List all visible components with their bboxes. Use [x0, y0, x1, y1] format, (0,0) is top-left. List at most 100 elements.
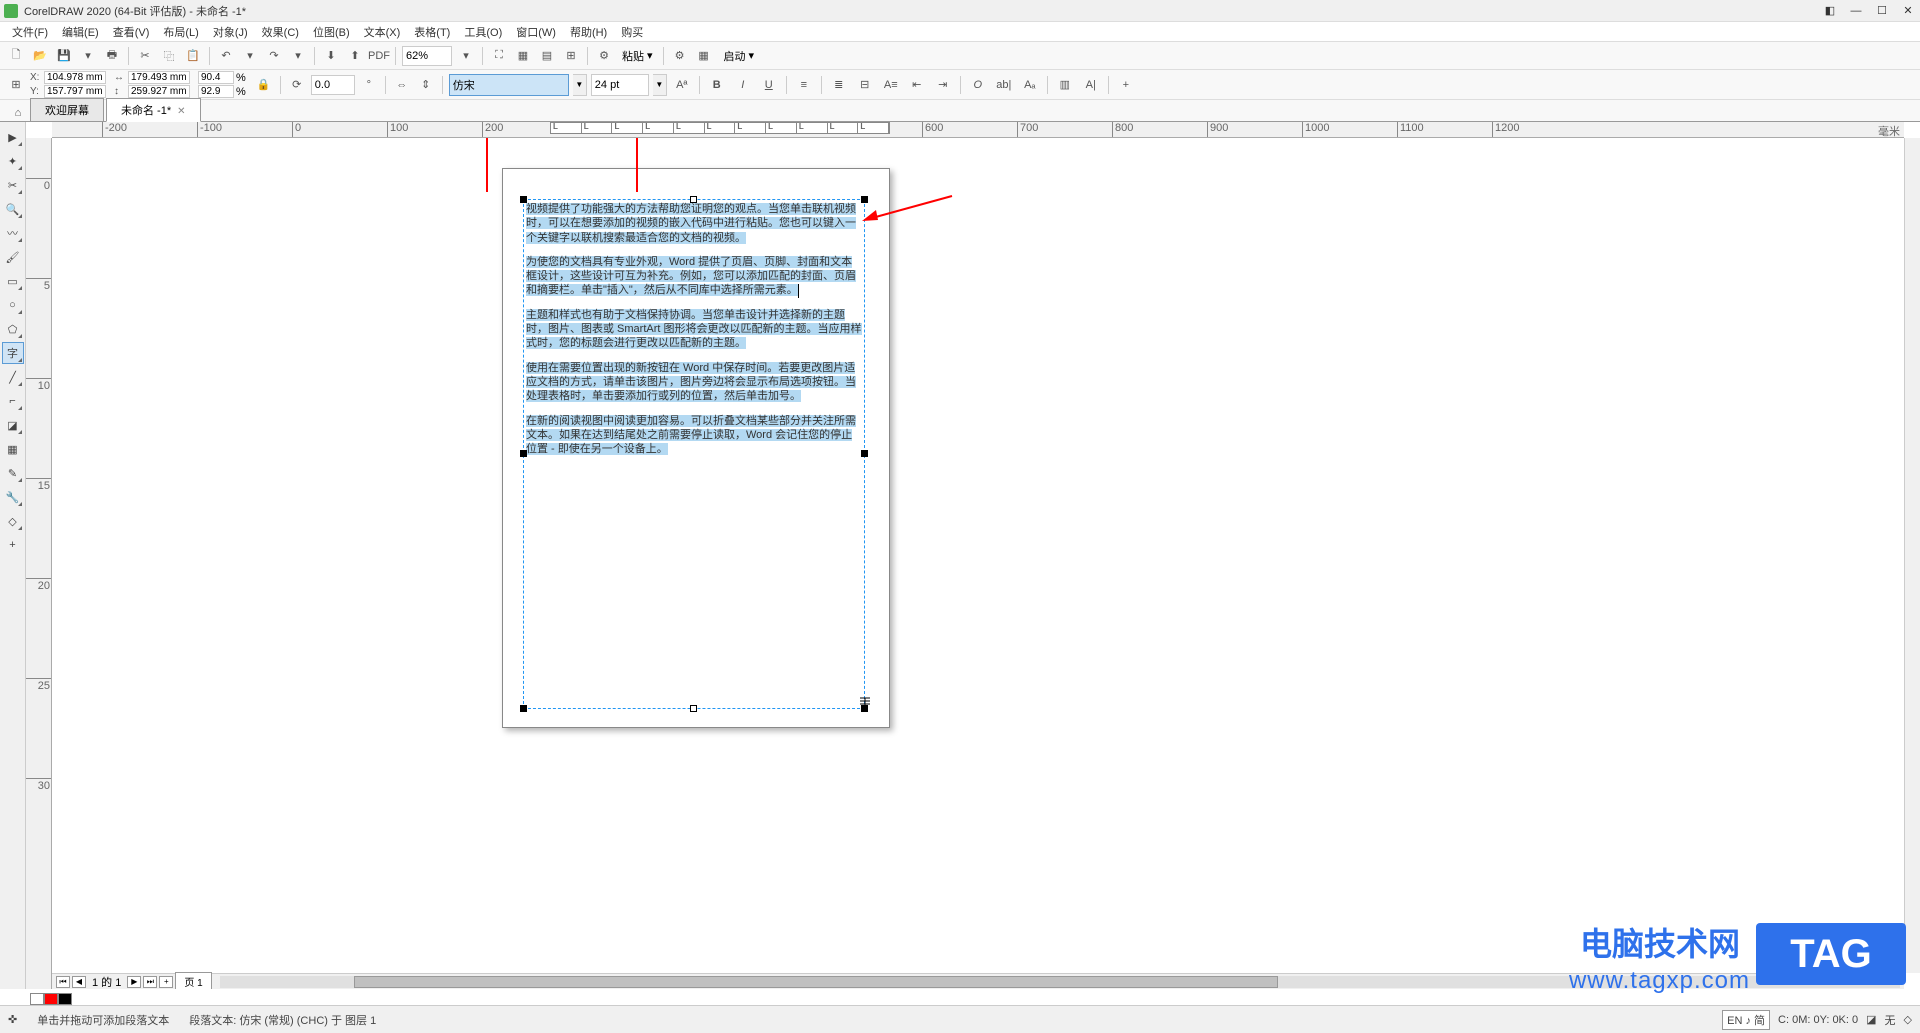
mirror-h-icon[interactable]: ⇔ — [392, 75, 412, 95]
close-button[interactable]: ✕ — [1900, 3, 1916, 19]
menu-text[interactable]: 文本(X) — [358, 22, 407, 42]
options-button[interactable]: ⚙ — [594, 46, 614, 66]
import-button[interactable]: ⬇ — [321, 46, 341, 66]
new-button[interactable]: 🗋 — [6, 46, 26, 66]
canvas-area[interactable]: 视频提供了功能强大的方法帮助您证明您的观点。当您单击联机视频时，可以在想要添加的… — [52, 138, 1904, 973]
menu-layout[interactable]: 布局(L) — [157, 22, 204, 42]
font-dropdown-arrow[interactable]: ▼ — [573, 74, 587, 96]
width-input[interactable] — [128, 71, 190, 84]
handle-middle-right[interactable] — [861, 450, 868, 457]
prev-page-button[interactable]: ◀ — [72, 976, 86, 988]
menu-tools[interactable]: 工具(O) — [458, 22, 508, 42]
hscroll-track[interactable] — [220, 976, 1900, 988]
fill-tool[interactable]: 🔧 — [2, 486, 24, 508]
connector-tool[interactable]: ⌐ — [2, 390, 24, 412]
zoom-dropdown[interactable]: ▾ — [456, 46, 476, 66]
number-list-icon[interactable]: ⊟ — [854, 74, 876, 96]
menu-help[interactable]: 帮助(H) — [564, 22, 613, 42]
font-size-units-icon[interactable]: Aª — [671, 74, 693, 96]
undo-dropdown[interactable]: ▾ — [240, 46, 260, 66]
text-direction-icon[interactable]: A| — [1080, 74, 1102, 96]
snap-button[interactable]: ▦ — [513, 46, 533, 66]
outline-tool[interactable]: ◇ — [2, 510, 24, 532]
first-page-button[interactable]: ⏮ — [56, 976, 70, 988]
outline-none-swatch[interactable] — [30, 993, 44, 1005]
variable-fonts-icon[interactable]: O — [967, 74, 989, 96]
save-dropdown[interactable]: ▾ — [78, 46, 98, 66]
text-overflow-handle[interactable] — [858, 696, 872, 710]
fullscreen-button[interactable]: ⛶ — [489, 46, 509, 66]
bullet-list-icon[interactable]: ≣ — [828, 74, 850, 96]
paste-button[interactable]: 📋 — [183, 46, 203, 66]
scale-y-input[interactable] — [198, 85, 234, 98]
language-indicator[interactable]: EN ♪ 简 — [1722, 1010, 1770, 1030]
menu-file[interactable]: 文件(F) — [6, 22, 54, 42]
text-properties-icon[interactable]: Aₐ — [1019, 74, 1041, 96]
text-tool[interactable]: 字 — [2, 342, 24, 364]
text-tab-ruler[interactable] — [550, 122, 890, 134]
drop-shadow-tool[interactable]: ◪ — [2, 414, 24, 436]
guides-button[interactable]: ⊞ — [561, 46, 581, 66]
minimize-button[interactable]: — — [1848, 3, 1864, 19]
cut-button[interactable]: ✂ — [135, 46, 155, 66]
font-family-select[interactable]: 仿宋 — [449, 74, 569, 96]
rectangle-tool[interactable]: ▭ — [2, 270, 24, 292]
text-content[interactable]: 视频提供了功能强大的方法帮助您证明您的观点。当您单击联机视频时，可以在想要添加的… — [524, 200, 864, 468]
menu-view[interactable]: 查看(V) — [107, 22, 156, 42]
columns-icon[interactable]: ▥ — [1054, 74, 1076, 96]
fill-color-swatch[interactable] — [44, 993, 58, 1005]
add-button[interactable]: + — [1115, 74, 1137, 96]
handle-bottom-left[interactable] — [520, 705, 527, 712]
hscroll-thumb[interactable] — [354, 976, 1278, 988]
redo-dropdown[interactable]: ▾ — [288, 46, 308, 66]
underline-button[interactable]: U — [758, 74, 780, 96]
paste-special-button[interactable]: 粘贴 ▾ — [618, 46, 657, 66]
home-icon[interactable]: ⌂ — [10, 105, 26, 121]
eyedropper-tool[interactable]: ✎ — [2, 462, 24, 484]
page-tab[interactable]: 页 1 — [175, 972, 211, 989]
add-tool-button[interactable]: + — [2, 534, 24, 556]
parallel-dimension-tool[interactable]: ╱ — [2, 366, 24, 388]
maximize-button[interactable]: ☐ — [1874, 3, 1890, 19]
add-page-button[interactable]: + — [159, 976, 173, 988]
redo-button[interactable]: ↷ — [264, 46, 284, 66]
pick-tool[interactable]: ▶ — [2, 126, 24, 148]
indent-increase-icon[interactable]: ⇥ — [932, 74, 954, 96]
align-button[interactable]: ≡ — [793, 74, 815, 96]
open-button[interactable]: 📂 — [30, 46, 50, 66]
tab-welcome[interactable]: 欢迎屏幕 — [30, 98, 104, 121]
menu-buy[interactable]: 购买 — [615, 22, 649, 42]
start-button[interactable]: 启动 ▾ — [718, 46, 761, 66]
menu-window[interactable]: 窗口(W) — [510, 22, 562, 42]
font-size-select[interactable]: 24 pt — [591, 74, 649, 96]
text-frame-icon[interactable]: ab| — [993, 74, 1015, 96]
menu-bitmap[interactable]: 位图(B) — [307, 22, 356, 42]
size-dropdown-arrow[interactable]: ▼ — [653, 74, 667, 96]
y-position-input[interactable] — [44, 85, 106, 98]
handle-top-left[interactable] — [520, 196, 527, 203]
italic-button[interactable]: I — [732, 74, 754, 96]
menu-edit[interactable]: 编辑(E) — [56, 22, 105, 42]
rotation-input[interactable] — [311, 75, 355, 95]
pdf-button[interactable]: PDF — [369, 46, 389, 66]
undo-button[interactable]: ↶ — [216, 46, 236, 66]
menu-object[interactable]: 对象(J) — [207, 22, 254, 42]
next-page-button[interactable]: ▶ — [127, 976, 141, 988]
handle-top-middle[interactable] — [690, 196, 697, 203]
crop-tool[interactable]: ✂ — [2, 174, 24, 196]
grid-button[interactable]: ▤ — [537, 46, 557, 66]
height-input[interactable] — [128, 85, 190, 98]
transparency-tool[interactable]: ▦ — [2, 438, 24, 460]
bold-button[interactable]: B — [706, 74, 728, 96]
x-position-input[interactable] — [44, 71, 106, 84]
print-button[interactable]: 🖶 — [102, 46, 122, 66]
zoom-tool[interactable]: 🔍 — [2, 198, 24, 220]
copy-button[interactable]: ⿻ — [159, 46, 179, 66]
outline-color-swatch[interactable] — [58, 993, 72, 1005]
save-button[interactable]: 💾 — [54, 46, 74, 66]
ellipse-tool[interactable]: ○ — [2, 294, 24, 316]
handle-top-right[interactable] — [861, 196, 868, 203]
handle-bottom-middle[interactable] — [690, 705, 697, 712]
paragraph-text-frame[interactable]: 视频提供了功能强大的方法帮助您证明您的观点。当您单击联机视频时，可以在想要添加的… — [523, 199, 865, 709]
last-page-button[interactable]: ⏭ — [143, 976, 157, 988]
